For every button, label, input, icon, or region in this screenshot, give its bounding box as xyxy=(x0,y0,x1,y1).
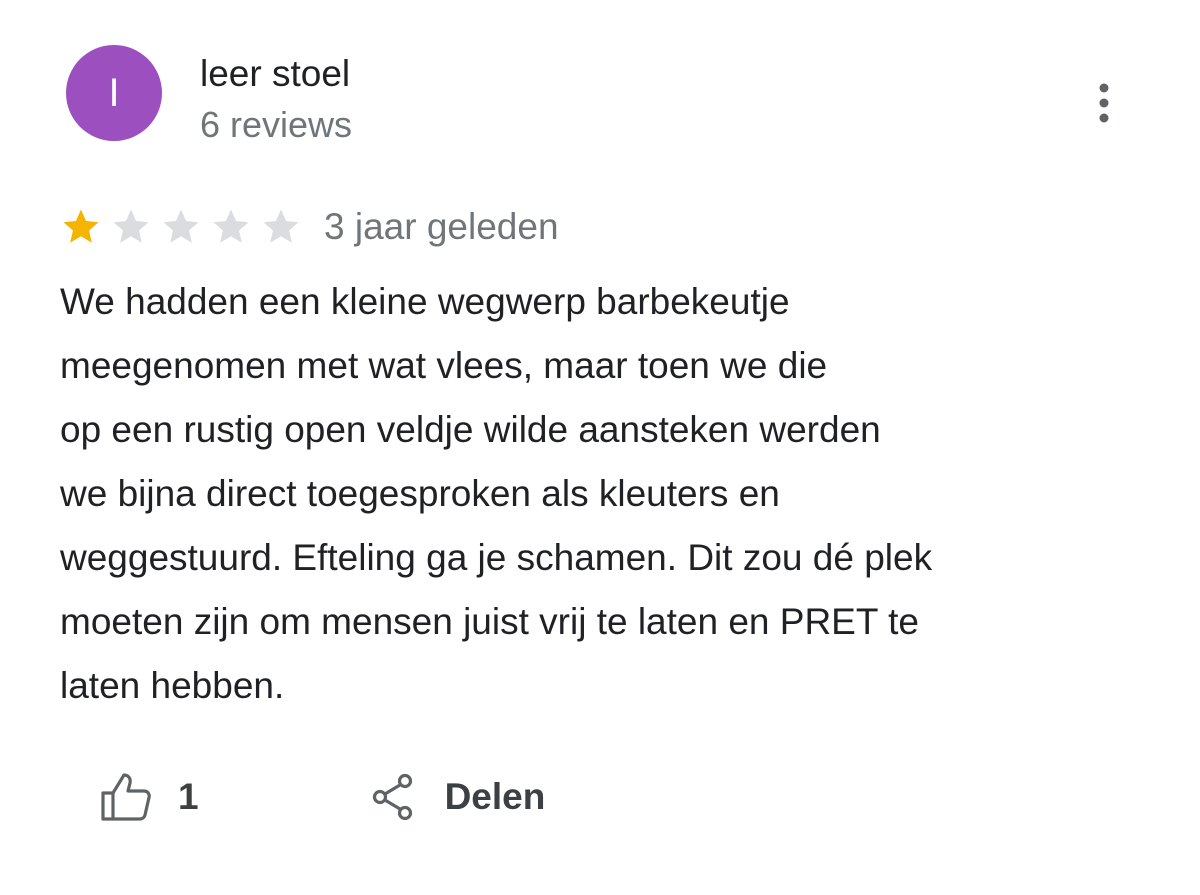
share-button[interactable]: Delen xyxy=(371,773,546,821)
share-icon xyxy=(372,773,412,821)
share-label: Delen xyxy=(444,776,546,817)
star-rating xyxy=(60,206,310,248)
star-empty-icon xyxy=(213,209,249,243)
avatar[interactable]: I xyxy=(66,45,162,141)
rating-row: 3 jaar geleden xyxy=(60,204,559,250)
review-actions: 1 Delen xyxy=(100,768,545,826)
more-options-button[interactable] xyxy=(1084,80,1124,126)
like-button[interactable]: 1 xyxy=(100,772,199,822)
thumb-up-icon xyxy=(101,773,151,821)
star-empty-icon xyxy=(113,209,149,243)
more-vert-icon xyxy=(1099,83,1109,123)
star-empty-icon xyxy=(263,209,299,243)
star-empty-icon xyxy=(163,209,199,243)
review-date: 3 jaar geleden xyxy=(324,206,559,247)
like-count: 1 xyxy=(178,776,199,817)
author-name[interactable]: leer stoel xyxy=(200,52,350,96)
star-filled-icon xyxy=(63,209,99,243)
review-text: We hadden een kleine wegwerp barbekeutje… xyxy=(60,281,933,706)
author-review-count: 6 reviews xyxy=(200,104,353,145)
